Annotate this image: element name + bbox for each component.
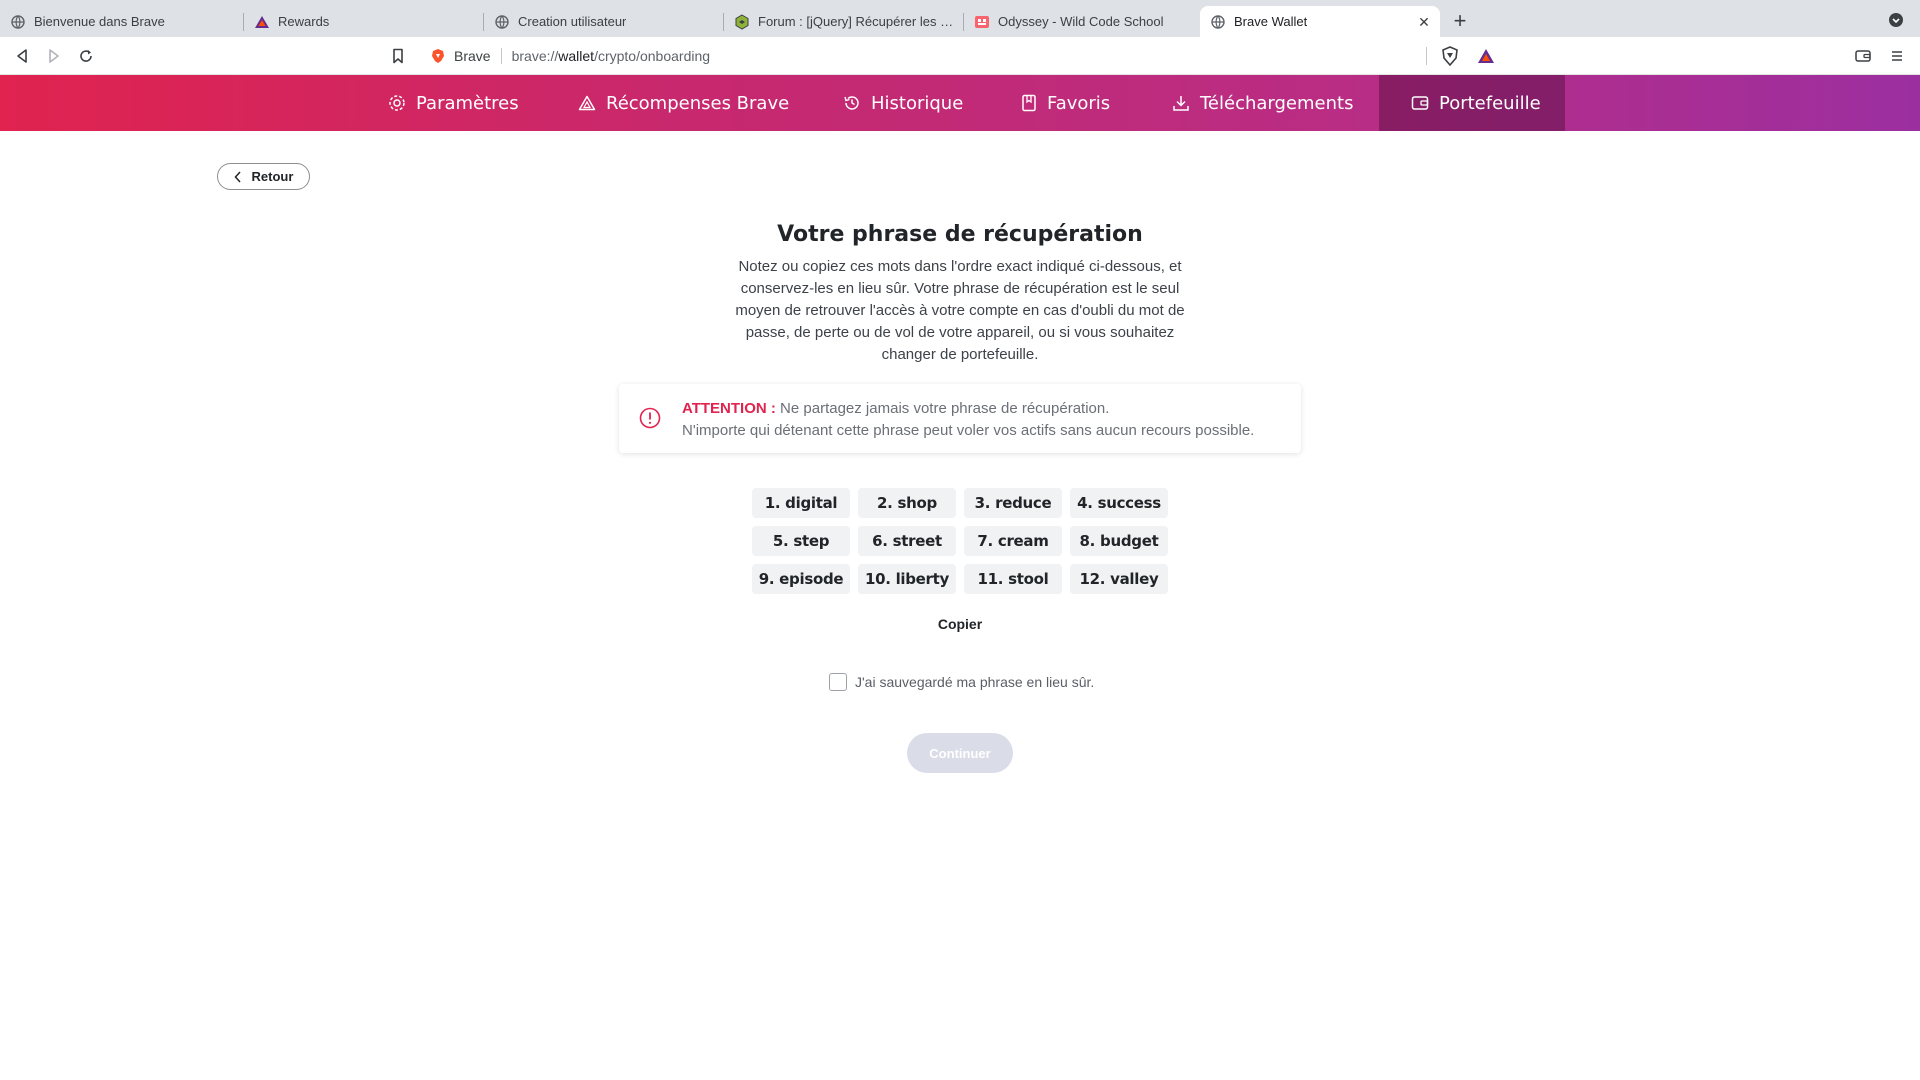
nav-label: Paramètres (416, 92, 519, 114)
back-button-label: Retour (251, 169, 294, 184)
phrase-word: 8. budget (1070, 526, 1168, 556)
gear-icon (389, 95, 405, 111)
warning-label: ATTENTION : (682, 400, 776, 417)
close-icon[interactable]: ✕ (1414, 12, 1434, 32)
phrase-word: 1. digital (752, 488, 850, 518)
page-description: Notez ou copiez ces mots dans l'ordre ex… (735, 258, 1185, 363)
tab-bienvenue[interactable]: Bienvenue dans Brave (0, 6, 244, 37)
tab-odyssey[interactable]: Odyssey - Wild Code School (964, 6, 1200, 37)
copy-button[interactable]: Copier (900, 616, 1020, 632)
history-icon (844, 96, 859, 110)
phrase-word: 6. street (858, 526, 956, 556)
brave-shields-icon[interactable] (1441, 46, 1459, 66)
phrase-word: 11. stool (964, 564, 1062, 594)
phrase-word: 4. success (1070, 488, 1168, 518)
settings-navbar: Paramètres Récompenses Brave Historique … (0, 75, 1920, 131)
tab-brave-wallet[interactable]: Brave Wallet ✕ (1200, 6, 1440, 37)
forum-icon (734, 13, 750, 30)
bookmark-book-icon (1022, 94, 1036, 112)
brave-lion-icon (430, 48, 446, 64)
page-title: Votre phrase de récupération (777, 222, 1143, 247)
back-button[interactable]: Retour (217, 163, 310, 190)
globe-icon (10, 14, 26, 30)
warning-line-1: Ne partagez jamais votre phrase de récup… (780, 400, 1110, 417)
phrase-word: 10. liberty (858, 564, 956, 594)
wallet-toolbar-icon[interactable] (1851, 44, 1875, 68)
bookmark-icon[interactable] (386, 44, 410, 68)
tab-strip: Bienvenue dans Brave Rewards Creation ut… (0, 0, 1920, 37)
address-bar[interactable]: Brave brave://wallet/crypto/onboarding (418, 42, 1498, 70)
tab-forum[interactable]: Forum : [jQuery] Récupérer les don (724, 6, 964, 37)
acknowledge-row[interactable]: J'ai sauvegardé ma phrase en lieu sûr. (829, 672, 1094, 692)
brave-rewards-icon[interactable] (1477, 48, 1495, 64)
nav-label: Portefeuille (1439, 92, 1541, 114)
warning-line-2: N'importe qui détenant cette phrase peut… (682, 422, 1255, 439)
phrase-word: 9. episode (752, 564, 850, 594)
omnibox-divider (1426, 47, 1427, 65)
bat-icon (254, 14, 270, 30)
globe-icon (494, 14, 510, 30)
globe-icon (1210, 14, 1226, 30)
toolbar-right-omnibox (1426, 42, 1495, 70)
nav-item-parametres[interactable]: Paramètres (388, 75, 519, 131)
url-text: brave://wallet/crypto/onboarding (511, 48, 711, 64)
phrase-word: 7. cream (964, 526, 1062, 556)
new-tab-button[interactable]: + (1448, 8, 1472, 33)
wallet-icon (1411, 96, 1429, 110)
nav-label: Récompenses Brave (606, 92, 790, 114)
acknowledge-checkbox[interactable] (829, 673, 847, 691)
nav-item-portefeuille[interactable]: Portefeuille (1379, 75, 1565, 131)
nav-label: Favoris (1047, 92, 1111, 114)
nav-label: Téléchargements (1200, 92, 1354, 114)
nav-label: Historique (871, 92, 964, 114)
reload-icon[interactable] (74, 44, 98, 68)
alert-circle-icon (639, 407, 661, 429)
site-identity-label: Brave (454, 48, 491, 64)
continue-button[interactable]: Continuer (907, 733, 1013, 773)
rewards-triangle-icon (578, 95, 596, 111)
nav-item-favoris[interactable]: Favoris (1021, 75, 1110, 131)
forward-arrow-icon[interactable] (42, 44, 66, 68)
menu-icon[interactable] (1885, 44, 1909, 68)
nav-item-historique[interactable]: Historique (843, 75, 963, 131)
nav-item-recompenses[interactable]: Récompenses Brave (578, 75, 789, 131)
back-arrow-icon[interactable] (10, 44, 34, 68)
phrase-word: 2. shop (858, 488, 956, 518)
omnibox-divider (500, 48, 502, 64)
download-icon (1173, 96, 1189, 111)
nav-item-telechargements[interactable]: Téléchargements (1172, 75, 1353, 131)
warning-callout: ATTENTION : Ne partagez jamais votre phr… (619, 384, 1301, 453)
acknowledge-label: J'ai sauvegardé ma phrase en lieu sûr. (855, 674, 1095, 690)
tab-search-chevron-icon[interactable] (1886, 10, 1906, 30)
tab-creation-utilisateur[interactable]: Creation utilisateur (484, 6, 724, 37)
phrase-word: 3. reduce (964, 488, 1062, 518)
tab-rewards[interactable]: Rewards (244, 6, 484, 37)
browser-toolbar: Brave brave://wallet/crypto/onboarding (0, 37, 1920, 75)
chevron-left-icon (234, 170, 241, 183)
recovery-phrase-grid: 1. digital 2. shop 3. reduce 4. success … (752, 488, 1168, 594)
phrase-word: 12. valley (1070, 564, 1168, 594)
warning-text: ATTENTION : Ne partagez jamais votre phr… (682, 398, 1254, 442)
phrase-word: 5. step (752, 526, 850, 556)
odyssey-icon (974, 14, 990, 30)
